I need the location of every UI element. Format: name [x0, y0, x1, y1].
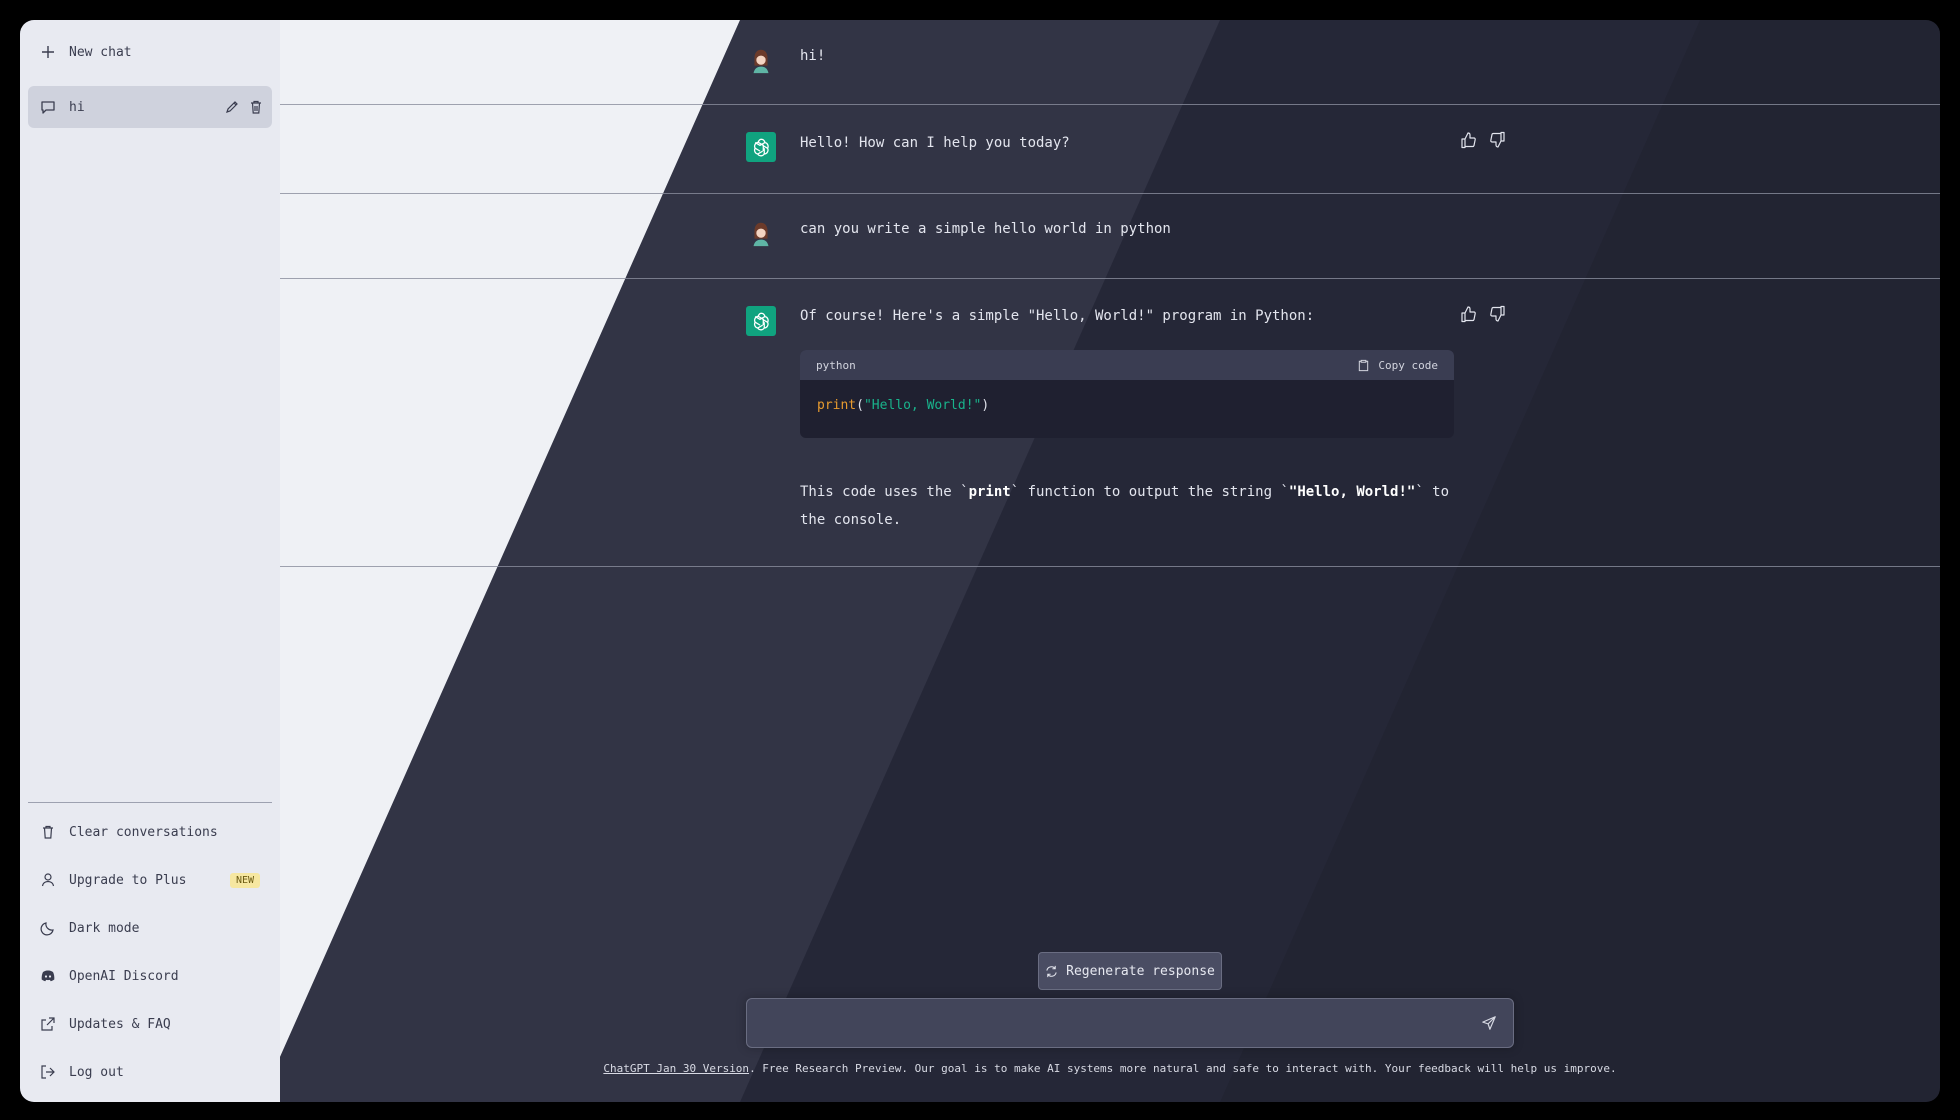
user-message-text: can you write a simple hello world in py… — [800, 221, 1171, 237]
logout-button[interactable]: Log out — [28, 1050, 272, 1094]
thumbs-down-icon[interactable] — [1488, 305, 1506, 323]
openai-logo-icon — [753, 312, 769, 331]
thumbs-up-icon[interactable] — [1460, 305, 1478, 323]
footer-text: . Free Research Preview. Our goal is to … — [749, 1062, 1617, 1075]
conversation-title: hi — [69, 99, 85, 115]
code-paren: ( — [856, 398, 864, 413]
assistant-message-text: Hello! How can I help you today? — [800, 135, 1070, 151]
new-chat-button[interactable]: New chat — [28, 30, 272, 74]
thumbs-down-icon[interactable] — [1488, 131, 1506, 149]
clipboard-icon — [1359, 359, 1369, 371]
outro-part: This code uses the ` — [800, 484, 969, 500]
message-divider — [280, 104, 1940, 105]
chatgpt-avatar — [746, 132, 776, 162]
copy-code-label: Copy code — [1378, 358, 1438, 372]
user-message-text: hi! — [800, 48, 826, 64]
user-avatar — [746, 46, 776, 76]
code-paren: ) — [981, 398, 990, 413]
message-input[interactable] — [761, 1011, 1451, 1035]
logout-label: Log out — [69, 1064, 124, 1080]
message-input-box — [746, 998, 1514, 1048]
discord-icon — [40, 968, 56, 984]
send-icon[interactable] — [1481, 1015, 1499, 1033]
code-string: "Hello, World!" — [863, 398, 982, 413]
regenerate-response-button[interactable]: Regenerate response — [1038, 952, 1222, 990]
message-divider — [280, 193, 1940, 194]
chatgpt-avatar — [746, 306, 776, 336]
discord-label: OpenAI Discord — [69, 968, 179, 984]
moon-icon — [40, 920, 56, 936]
assistant-outro-text: This code uses the `print` function to o… — [800, 478, 1460, 534]
message-divider — [280, 278, 1940, 279]
regenerate-label: Regenerate response — [1066, 963, 1215, 979]
upgrade-label: Upgrade to Plus — [69, 872, 187, 888]
clear-conversations-label: Clear conversations — [69, 824, 218, 840]
copy-code-button[interactable]: Copy code — [1357, 359, 1438, 372]
assistant-intro-text: Of course! Here's a simple "Hello, World… — [800, 308, 1315, 324]
footer-disclaimer: ChatGPT Jan 30 Version. Free Research Pr… — [280, 1062, 1940, 1075]
chat-main: hi! Hello! How can I help you today? can… — [280, 20, 1940, 1102]
feedback-buttons — [1460, 305, 1506, 323]
user-icon — [40, 872, 56, 888]
clear-conversations-button[interactable]: Clear conversations — [28, 810, 272, 854]
refresh-icon — [1046, 965, 1057, 977]
conversation-item[interactable]: hi — [28, 86, 272, 128]
openai-logo-icon — [753, 138, 769, 157]
updates-faq-link[interactable]: Updates & FAQ — [28, 1002, 272, 1046]
code-block: python Copy code print("Hello, World!") — [800, 350, 1454, 438]
new-chat-label: New chat — [69, 44, 132, 60]
new-badge: NEW — [229, 872, 260, 888]
message-divider — [280, 566, 1940, 567]
upgrade-to-plus-button[interactable]: Upgrade to Plus NEW — [28, 858, 272, 902]
dark-mode-button[interactable]: Dark mode — [28, 906, 272, 950]
user-avatar — [746, 219, 776, 249]
inline-code: "Hello, World!" — [1288, 484, 1416, 500]
sidebar-divider — [28, 802, 272, 803]
dark-mode-label: Dark mode — [69, 920, 140, 936]
code-language-label: python — [816, 358, 856, 372]
updates-label: Updates & FAQ — [69, 1016, 171, 1032]
version-link[interactable]: ChatGPT Jan 30 Version — [603, 1062, 749, 1075]
feedback-buttons — [1460, 131, 1506, 149]
code-content: print("Hello, World!") — [800, 380, 1454, 431]
app-window: New chat hi Clear conversations Upgrade … — [20, 20, 1940, 1102]
external-link-icon — [40, 1016, 56, 1032]
sidebar: New chat hi Clear conversations Upgrade … — [20, 20, 280, 1102]
outro-part: ` function to output the string ` — [1010, 484, 1289, 500]
code-block-header: python Copy code — [800, 350, 1454, 380]
logout-icon — [40, 1064, 56, 1080]
edit-pencil-icon[interactable] — [224, 99, 240, 115]
chat-bubble-icon — [40, 99, 56, 115]
plus-icon — [40, 44, 56, 60]
trash-icon — [40, 824, 56, 840]
thumbs-up-icon[interactable] — [1460, 131, 1478, 149]
code-function: print — [817, 398, 857, 413]
discord-link[interactable]: OpenAI Discord — [28, 954, 272, 998]
inline-code: print — [968, 484, 1011, 500]
delete-trash-icon[interactable] — [248, 99, 264, 115]
